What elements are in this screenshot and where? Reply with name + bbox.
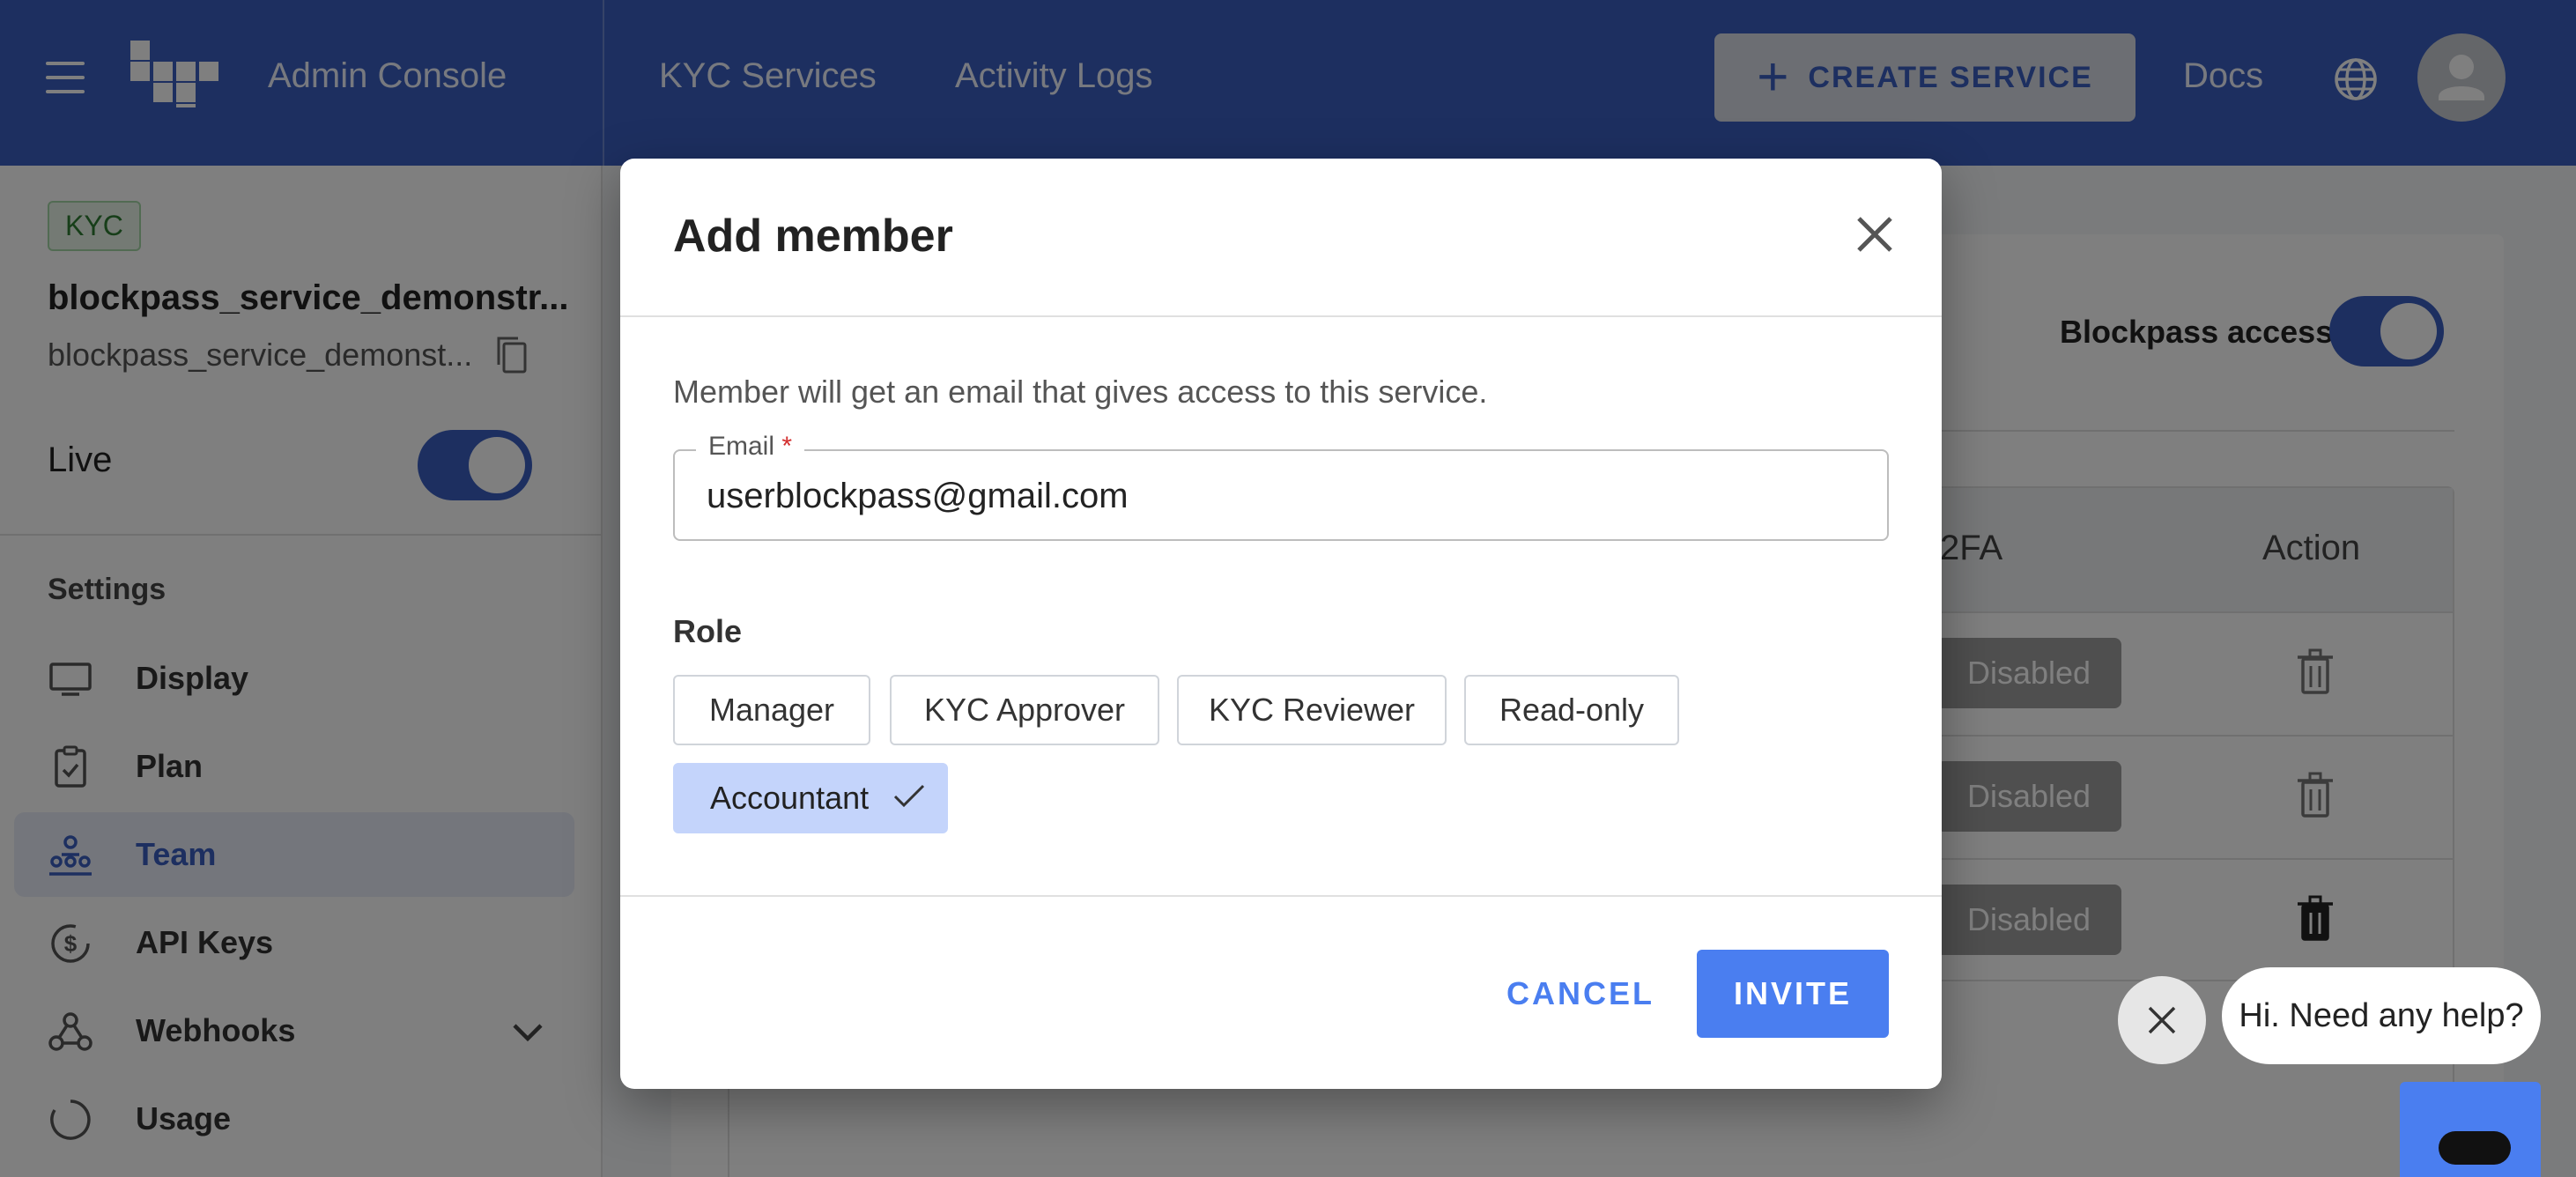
role-chip-kyc-reviewer[interactable]: KYC Reviewer [1177, 675, 1447, 745]
role-chip-kyc-approver[interactable]: KYC Approver [890, 675, 1159, 745]
check-icon [893, 784, 925, 808]
email-input[interactable] [707, 472, 1869, 520]
role-chip-read-only[interactable]: Read-only [1464, 675, 1679, 745]
chat-greeting-bubble[interactable]: Hi. Need any help? [2222, 967, 2541, 1064]
role-chip-accountant[interactable]: Accountant [673, 763, 948, 833]
email-field[interactable]: Email * [673, 432, 1889, 541]
chat-icon [2439, 1131, 2511, 1165]
chat-launcher-button[interactable] [2400, 1082, 2541, 1177]
dialog-title: Add member [673, 211, 953, 262]
cancel-button[interactable]: CANCEL [1501, 950, 1660, 1038]
email-label: Email * [696, 432, 805, 462]
email-label-text: Email [708, 432, 775, 461]
role-chip-label: Accountant [710, 780, 870, 816]
dialog-divider [620, 895, 1942, 897]
dialog-description: Member will get an email that gives acce… [673, 374, 1488, 410]
chat-dismiss-button[interactable] [2118, 976, 2206, 1064]
close-icon[interactable] [1850, 210, 1899, 259]
add-member-dialog: Add member Member will get an email that… [620, 159, 1942, 1089]
role-chip-manager[interactable]: Manager [673, 675, 870, 745]
invite-button[interactable]: INVITE [1697, 950, 1889, 1038]
role-heading: Role [673, 613, 743, 649]
close-icon [2148, 1006, 2176, 1034]
dialog-divider [620, 315, 1942, 317]
required-mark: * [781, 432, 793, 461]
